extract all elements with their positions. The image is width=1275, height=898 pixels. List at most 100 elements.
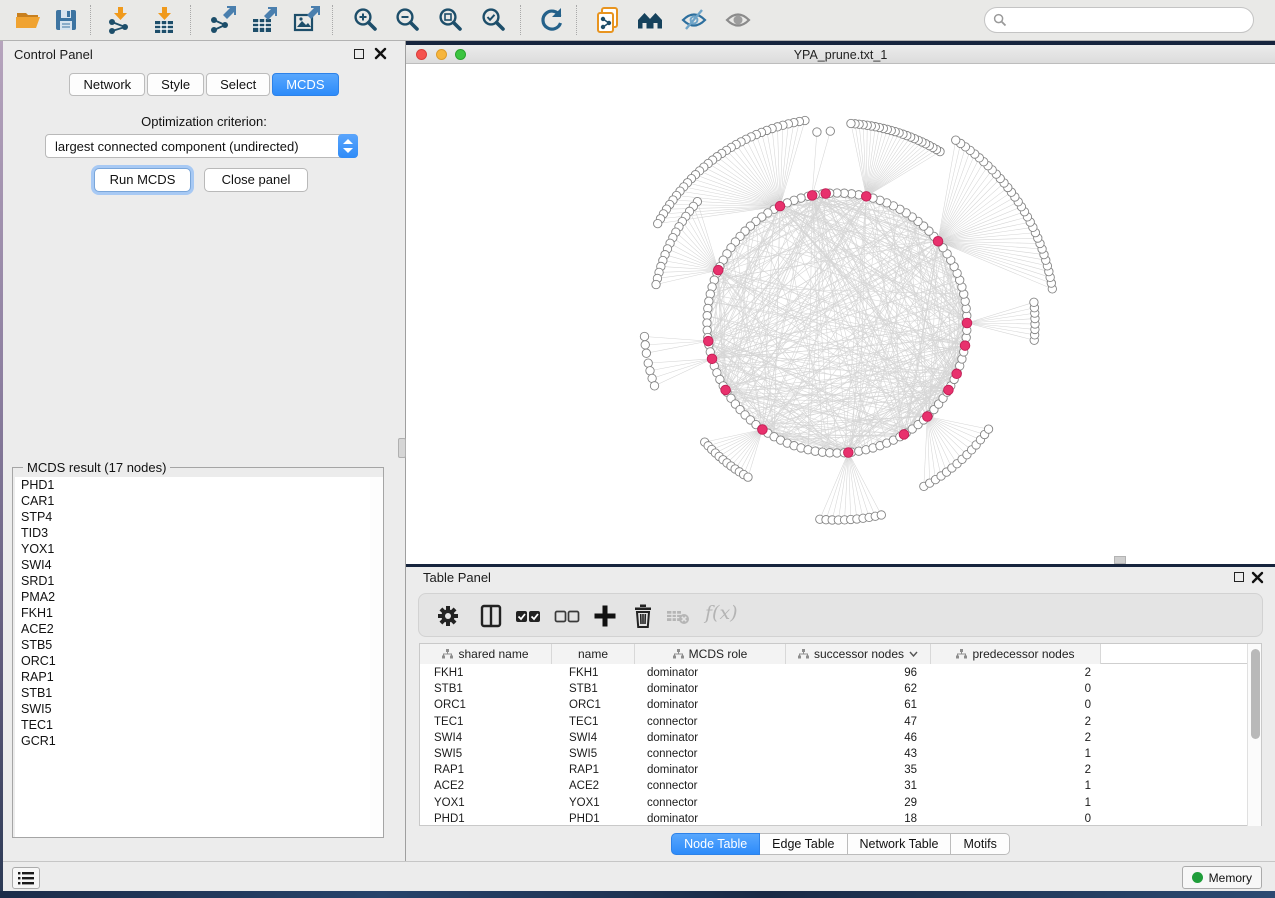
add-column-icon[interactable] <box>592 603 618 629</box>
clone-network-icon[interactable] <box>594 6 622 34</box>
search-input[interactable] <box>1012 13 1253 27</box>
table-row[interactable]: RAP1RAP1dominator352 <box>420 762 1248 778</box>
tab-style[interactable]: Style <box>147 73 204 96</box>
node-table: shared name name MCDS role successor nod… <box>419 643 1262 826</box>
main-toolbar <box>0 0 1275 41</box>
table-row[interactable]: ORC1ORC1dominator610 <box>420 697 1248 713</box>
mcds-result-item[interactable]: STB1 <box>15 685 370 701</box>
mcds-result-item[interactable]: SWI5 <box>15 701 370 717</box>
tab-network[interactable]: Network <box>69 73 145 96</box>
open-file-icon[interactable] <box>14 6 42 34</box>
table-cell: ACE2 <box>434 778 464 794</box>
search-box <box>984 7 1254 33</box>
table-cell: YOX1 <box>434 795 465 811</box>
table-cell: SWI5 <box>569 746 597 762</box>
column-header-predecessor-nodes[interactable]: predecessor nodes <box>931 644 1101 664</box>
mcds-result-item[interactable]: ACE2 <box>15 621 370 637</box>
zoom-out-icon[interactable] <box>394 6 422 34</box>
column-header-name[interactable]: name <box>552 644 635 664</box>
desktop-wallpaper: Control Panel Network Style Select MCDS … <box>0 0 1275 898</box>
mcds-result-item[interactable]: CAR1 <box>15 493 370 509</box>
mcds-result-item[interactable]: PHD1 <box>15 477 370 493</box>
table-row[interactable]: PHD1PHD1dominator180 <box>420 811 1248 826</box>
mcds-result-item[interactable]: PMA2 <box>15 589 370 605</box>
mcds-result-item[interactable]: SWI4 <box>15 557 370 573</box>
mcds-result-list[interactable]: PHD1CAR1STP4TID3YOX1SWI4SRD1PMA2FKH1ACE2… <box>15 477 383 837</box>
table-cell: 2 <box>931 730 1091 746</box>
table-row[interactable]: TEC1TEC1connector472 <box>420 714 1248 730</box>
tab-select[interactable]: Select <box>206 73 270 96</box>
delete-column-icon[interactable] <box>630 603 656 629</box>
cybrowser-home-icon[interactable] <box>636 6 664 34</box>
column-header-shared-name[interactable]: shared name <box>420 644 552 664</box>
table-row[interactable]: STB1STB1dominator620 <box>420 681 1248 697</box>
table-scrollbar-thumb[interactable] <box>1251 649 1260 739</box>
memory-button[interactable]: Memory <box>1182 866 1262 889</box>
mcds-result-item[interactable]: FKH1 <box>15 605 370 621</box>
zoom-fit-icon[interactable] <box>437 6 465 34</box>
hide-selected-icon[interactable] <box>680 6 708 34</box>
column-header-mcds-role[interactable]: MCDS role <box>635 644 786 664</box>
export-image-icon[interactable] <box>292 6 320 34</box>
import-table-icon[interactable] <box>150 6 178 34</box>
zoom-in-icon[interactable] <box>352 6 380 34</box>
close-table-panel-icon[interactable] <box>1251 571 1264 584</box>
mcds-result-item[interactable]: ORC1 <box>15 653 370 669</box>
tab-node-table[interactable]: Node Table <box>671 833 760 855</box>
table-cell: dominator <box>647 681 698 697</box>
mcds-result-item[interactable]: YOX1 <box>15 541 370 557</box>
criterion-dropdown[interactable]: largest connected component (undirected) <box>45 134 358 158</box>
sort-descending-icon <box>909 651 918 657</box>
table-cell: 47 <box>786 714 917 730</box>
tab-motifs[interactable]: Motifs <box>951 833 1009 855</box>
table-panel: Table Panel f(x) shared name name MCDS r… <box>406 567 1275 861</box>
clear-selection-icon[interactable] <box>554 603 580 629</box>
tab-network-table[interactable]: Network Table <box>848 833 952 855</box>
mcds-result-item[interactable]: RAP1 <box>15 669 370 685</box>
mcds-result-item[interactable]: SRD1 <box>15 573 370 589</box>
zoom-selected-icon[interactable] <box>480 6 508 34</box>
close-panel-button[interactable]: Close panel <box>204 168 308 192</box>
table-row[interactable]: SWI5SWI5connector431 <box>420 746 1248 762</box>
task-history-button[interactable] <box>12 867 40 889</box>
table-row[interactable]: YOX1YOX1connector291 <box>420 795 1248 811</box>
run-mcds-button[interactable]: Run MCDS <box>94 168 191 192</box>
vertical-splitter-grip[interactable] <box>398 438 406 458</box>
save-session-icon[interactable] <box>52 6 80 34</box>
hierarchy-icon <box>673 649 684 659</box>
horizontal-splitter-grip[interactable] <box>1114 556 1126 564</box>
table-panel-title: Table Panel <box>423 570 491 585</box>
export-table-icon[interactable] <box>250 6 278 34</box>
table-cell: 43 <box>786 746 917 762</box>
show-hidden-icon[interactable] <box>724 6 752 34</box>
memory-label: Memory <box>1209 871 1252 885</box>
close-panel-icon[interactable] <box>374 47 387 60</box>
float-panel-icon[interactable] <box>354 49 364 59</box>
table-row[interactable]: ACE2ACE2connector311 <box>420 778 1248 794</box>
table-scrollbar[interactable] <box>1247 644 1261 826</box>
mcds-result-item[interactable]: TEC1 <box>15 717 370 733</box>
column-header-successor-nodes[interactable]: successor nodes <box>786 644 931 664</box>
table-cell: SWI4 <box>434 730 462 746</box>
apply-layout-icon[interactable] <box>538 6 566 34</box>
mcds-result-item[interactable]: GCR1 <box>15 733 370 749</box>
node-table-body: FKH1FKH1dominator962STB1STB1dominator620… <box>420 665 1248 826</box>
network-graph-canvas[interactable] <box>406 64 1275 564</box>
mcds-result-item[interactable]: STP4 <box>15 509 370 525</box>
select-all-icon[interactable] <box>515 603 541 629</box>
settings-gear-icon[interactable] <box>435 603 461 629</box>
table-row[interactable]: FKH1FKH1dominator962 <box>420 665 1248 681</box>
table-cell: STB1 <box>434 681 463 697</box>
mcds-result-item[interactable]: TID3 <box>15 525 370 541</box>
show-columns-icon[interactable] <box>478 603 504 629</box>
table-cell: RAP1 <box>569 762 599 778</box>
table-row[interactable]: SWI4SWI4dominator462 <box>420 730 1248 746</box>
toolbar-separator <box>90 5 91 35</box>
export-network-icon[interactable] <box>208 6 236 34</box>
criterion-label: Optimization criterion: <box>3 114 405 129</box>
float-table-panel-icon[interactable] <box>1234 572 1244 582</box>
mcds-result-item[interactable]: STB5 <box>15 637 370 653</box>
tab-mcds[interactable]: MCDS <box>272 73 338 96</box>
import-network-icon[interactable] <box>106 6 134 34</box>
tab-edge-table[interactable]: Edge Table <box>760 833 847 855</box>
